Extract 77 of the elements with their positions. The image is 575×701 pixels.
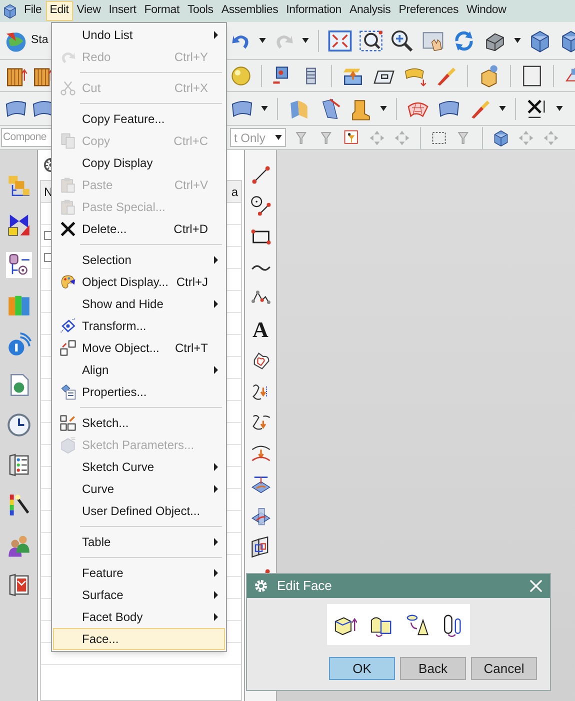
- dropdown-caret-icon[interactable]: [514, 38, 521, 43]
- selection-filter-icon[interactable]: [343, 128, 361, 146]
- menu-item[interactable]: Edit: [46, 1, 73, 21]
- menu-item[interactable]: Face...: [53, 628, 225, 650]
- menu-item[interactable]: Object Display... Ctrl+J: [53, 271, 225, 293]
- copy-icon: [59, 132, 77, 150]
- plane-icon[interactable]: [520, 64, 544, 88]
- clock-icon[interactable]: [6, 412, 32, 438]
- part-tree-icon[interactable]: [6, 252, 32, 278]
- menu-item[interactable]: Sketch Curve: [53, 456, 225, 478]
- menu-item[interactable]: Window: [462, 1, 510, 21]
- scissors-icon: [59, 79, 77, 97]
- menu-item[interactable]: Align: [53, 359, 225, 381]
- menu-item[interactable]: Copy Feature...: [53, 108, 225, 130]
- menu-item[interactable]: Facet Body: [53, 606, 225, 628]
- cube-icon[interactable]: [492, 128, 510, 146]
- info-icon[interactable]: [6, 332, 32, 358]
- clipboard-icon: [59, 176, 77, 194]
- squares-icon: [59, 339, 77, 357]
- fit-view-icon[interactable]: [328, 28, 352, 52]
- zoom-window-icon[interactable]: [359, 28, 383, 52]
- sketch-icon: [59, 414, 77, 432]
- menu-item[interactable]: Surface: [53, 584, 225, 606]
- clipboard-icon: [59, 198, 77, 216]
- menu-item[interactable]: Format: [140, 1, 184, 21]
- text-tool[interactable]: A: [252, 319, 268, 341]
- menu-item[interactable]: Undo List: [53, 24, 225, 46]
- dialog-button[interactable]: OK: [329, 657, 395, 680]
- menu-item[interactable]: View: [72, 1, 105, 21]
- menu-item[interactable]: User Defined Object...: [53, 500, 225, 522]
- close-icon[interactable]: [528, 578, 544, 594]
- intersect-curve-icon[interactable]: [250, 505, 272, 527]
- column-header[interactable]: a: [231, 182, 238, 200]
- menu-item[interactable]: Information: [282, 1, 346, 21]
- dialog-button[interactable]: Back: [400, 657, 466, 680]
- menu-item[interactable]: Analysis: [345, 1, 395, 21]
- settings-icon: [253, 578, 269, 594]
- menu-item[interactable]: Tools: [183, 1, 218, 21]
- cone-swap-icon[interactable]: [404, 612, 428, 636]
- palette-icon: [59, 273, 77, 291]
- menu-item[interactable]: Curve: [53, 478, 225, 500]
- menu-item[interactable]: Move Object... Ctrl+T: [53, 337, 225, 359]
- dialog-button[interactable]: Cancel: [471, 657, 537, 680]
- dropdown-caret-icon[interactable]: [380, 106, 387, 111]
- dialog-title: Edit Face: [277, 577, 333, 596]
- menu-item[interactable]: Feature: [53, 562, 225, 584]
- dropdown-caret-icon[interactable]: [302, 38, 309, 43]
- zoom-icon[interactable]: [390, 28, 414, 52]
- diamond-icon: [59, 317, 77, 335]
- line-icon[interactable]: [250, 164, 272, 186]
- menu-item[interactable]: Copy Display: [53, 152, 225, 174]
- dropdown-caret-icon[interactable]: [261, 106, 268, 111]
- constraint-icon[interactable]: [6, 212, 32, 238]
- menu-item[interactable]: Transform...: [53, 315, 225, 337]
- close-cross-icon: [59, 220, 77, 238]
- menu-item[interactable]: Table: [53, 531, 225, 553]
- menu-item[interactable]: Show and Hide: [53, 293, 225, 315]
- menu-item[interactable]: Assemblies: [217, 1, 282, 21]
- dropdown-caret-icon[interactable]: [499, 106, 506, 111]
- menu-item[interactable]: Delete... Ctrl+D: [53, 218, 225, 240]
- start-button-label[interactable]: Sta: [31, 32, 48, 50]
- menu-item[interactable]: Properties...: [53, 381, 225, 403]
- menu-item[interactable]: Insert: [104, 1, 140, 21]
- cube-icon: [59, 436, 77, 454]
- properties-icon: [59, 383, 77, 401]
- sphere-icon[interactable]: [230, 64, 252, 86]
- menu-item[interactable]: Sketch...: [53, 412, 225, 434]
- menu-item[interactable]: Preferences: [394, 1, 463, 21]
- dropdown-caret-icon[interactable]: [556, 106, 563, 111]
- curve-on-face-icon[interactable]: [250, 474, 272, 496]
- menu-item[interactable]: File: [20, 1, 46, 21]
- dropdown-caret-icon[interactable]: [275, 135, 282, 140]
- circle-line-icon[interactable]: [250, 195, 272, 217]
- menu-item[interactable]: Selection: [53, 249, 225, 271]
- cube-icon[interactable]: [528, 28, 552, 52]
- dropdown-caret-icon[interactable]: [259, 38, 266, 43]
- app-logo-icon[interactable]: [2, 3, 18, 19]
